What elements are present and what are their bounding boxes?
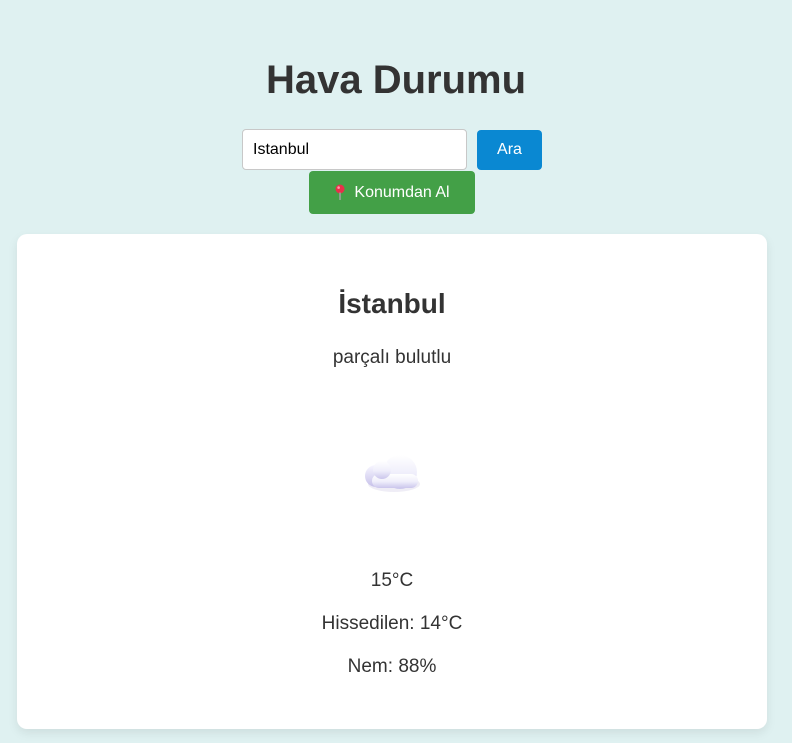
weather-description: parçalı bulutlu — [332, 347, 452, 368]
get-location-button[interactable]: Konumdan Al — [309, 171, 475, 214]
get-location-label: Konumdan Al — [354, 183, 450, 201]
weather-card: İstanbul parçalı bulutlu 15°C Hissedilen… — [17, 234, 767, 729]
feels-like: Hissedilen: 14°C — [321, 613, 463, 634]
humidity: Nem: 88% — [347, 656, 437, 677]
city-search-input[interactable] — [242, 129, 467, 170]
cloud-icon — [365, 455, 420, 492]
page-title: Hava Durumu — [265, 58, 527, 102]
search-button[interactable]: Ara — [477, 130, 542, 170]
pin-icon — [335, 184, 345, 200]
city-name: İstanbul — [338, 288, 446, 319]
temperature: 15°C — [370, 570, 414, 591]
